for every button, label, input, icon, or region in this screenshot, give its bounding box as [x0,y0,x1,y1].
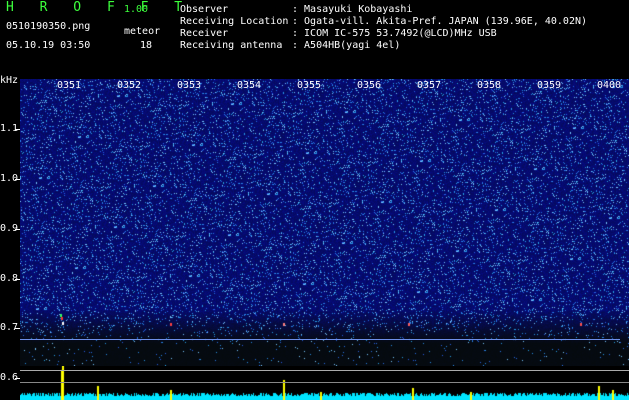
time-label: 0358 [477,80,502,91]
y-tick [15,179,20,180]
time-label: 0353 [177,80,202,91]
y-tick [15,378,20,379]
time-label: 0400 [597,80,622,91]
y-tick [15,328,20,329]
observer-value: : Masayuki Kobayashi [292,4,413,15]
graph-divider [20,382,629,383]
antenna-value: : A504HB(yagi 4el) [292,40,401,51]
y-axis-unit: kHz [0,75,19,86]
file-name: 0510190350.png [6,21,91,32]
location-label: Receiving Location [180,16,289,27]
observer-label: Observer [180,4,229,15]
graph-divider [20,370,629,371]
y-tick [15,129,20,130]
meteor-label: meteor [124,26,161,37]
app-title: H R O F F T [6,0,192,15]
location-value: : Ogata-vill. Akita-Pref. JAPAN (139.96E… [292,16,588,27]
antenna-label: Receiving antenna [180,40,283,51]
meteor-echo-graph [20,366,629,400]
spectrogram [20,79,629,366]
receiver-value: : ICOM IC-575 53.7492(@LCD)MHz USB [292,28,497,39]
time-label: 0354 [237,80,262,91]
y-tick [15,279,20,280]
app-version: 1.00 [124,4,149,15]
time-label: 0352 [117,80,142,91]
time-label: 0351 [57,80,82,91]
header-panel: H R O F F T 1.00 0510190350.png meteor 0… [0,0,629,78]
time-label: 0357 [417,80,442,91]
time-label: 0355 [297,80,322,91]
time-label: 0356 [357,80,382,91]
y-tick [15,229,20,230]
date-time: 05.10.19 03:50 [6,40,91,51]
meteor-count: 18 [140,40,153,51]
receiver-label: Receiver [180,28,229,39]
carrier-line [20,339,620,340]
time-label: 0359 [537,80,562,91]
